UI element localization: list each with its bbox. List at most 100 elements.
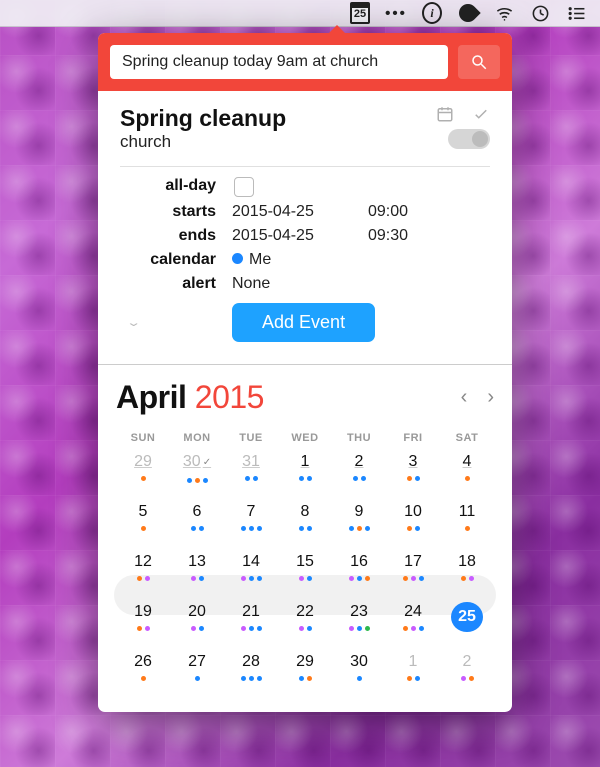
menubar-info-icon[interactable]: i bbox=[422, 3, 442, 23]
day-number: 6 bbox=[193, 502, 202, 522]
calendar-day[interactable]: 1 bbox=[278, 452, 332, 492]
calendar-day[interactable]: 25 bbox=[440, 602, 494, 642]
calendar-day[interactable]: 31 bbox=[224, 452, 278, 492]
calendar-day[interactable]: 17 bbox=[386, 552, 440, 592]
calendar-day[interactable]: 18 bbox=[440, 552, 494, 592]
calendar-dropdown-panel: Spring cleanup church all-day starts 2 bbox=[98, 33, 512, 712]
calendar-day[interactable]: 10 bbox=[386, 502, 440, 542]
wifi-icon[interactable] bbox=[494, 3, 514, 23]
calendar-day[interactable]: 7 bbox=[224, 502, 278, 542]
calendar-day[interactable]: 16 bbox=[332, 552, 386, 592]
event-dots bbox=[461, 574, 474, 582]
event-form: Spring cleanup church all-day starts 2 bbox=[98, 91, 512, 364]
day-number: 16 bbox=[350, 552, 368, 572]
calendar-day[interactable]: 1 bbox=[386, 652, 440, 692]
event-dots bbox=[357, 674, 362, 682]
day-number: 9 bbox=[355, 502, 364, 522]
event-dots bbox=[465, 524, 470, 532]
next-month-button[interactable]: › bbox=[487, 386, 494, 409]
calendar-day[interactable]: 27 bbox=[170, 652, 224, 692]
label-allday: all-day bbox=[120, 177, 216, 197]
menubar: 25 ••• i bbox=[0, 0, 600, 27]
expand-chevron-icon[interactable]: ⌄ bbox=[126, 316, 141, 329]
menubar-calendar-icon[interactable]: 25 bbox=[350, 3, 370, 23]
event-dots bbox=[141, 474, 146, 482]
allday-checkbox[interactable] bbox=[234, 177, 254, 197]
event-dots bbox=[353, 474, 366, 482]
search-icon bbox=[470, 53, 488, 71]
menubar-date: 25 bbox=[354, 8, 366, 20]
day-number: 17 bbox=[404, 552, 422, 572]
calendar-field[interactable]: Me bbox=[232, 251, 352, 269]
weekday-label: SAT bbox=[440, 432, 494, 444]
calendar-day[interactable]: 5 bbox=[116, 502, 170, 542]
end-date-field[interactable]: 2015-04-25 bbox=[232, 227, 352, 245]
calendar-day[interactable]: 22 bbox=[278, 602, 332, 642]
calendar-day[interactable]: 19 bbox=[116, 602, 170, 642]
clock-icon[interactable] bbox=[530, 3, 550, 23]
calendar-day[interactable]: 23 bbox=[332, 602, 386, 642]
menubar-more-icon[interactable]: ••• bbox=[386, 3, 406, 23]
month-year-label: April 2015 bbox=[116, 379, 264, 416]
day-number: 29 bbox=[296, 652, 314, 672]
day-number: 31 bbox=[242, 452, 260, 472]
day-number: 23 bbox=[350, 602, 368, 622]
calendar-day[interactable]: 29 bbox=[116, 452, 170, 492]
day-number: 18 bbox=[458, 552, 476, 572]
prev-month-button[interactable]: ‹ bbox=[461, 386, 468, 409]
event-dots bbox=[141, 674, 146, 682]
calendar-day[interactable]: 2 bbox=[440, 652, 494, 692]
day-number: 15 bbox=[296, 552, 314, 572]
calendar-day[interactable]: 26 bbox=[116, 652, 170, 692]
calendar-day[interactable]: 28 bbox=[224, 652, 278, 692]
end-time-field[interactable]: 09:30 bbox=[368, 227, 448, 245]
mode-toggle[interactable] bbox=[448, 129, 490, 149]
calendar-day[interactable]: 4 bbox=[440, 452, 494, 492]
quick-event-input[interactable] bbox=[120, 52, 438, 72]
event-dots bbox=[191, 624, 204, 632]
start-date-field[interactable]: 2015-04-25 bbox=[232, 203, 352, 221]
event-dots bbox=[465, 474, 470, 482]
calendar-day[interactable]: 9 bbox=[332, 502, 386, 542]
day-number: 1 bbox=[409, 652, 418, 672]
event-dots bbox=[407, 674, 420, 682]
calendar-day[interactable]: 6 bbox=[170, 502, 224, 542]
calendar-day[interactable]: 30 bbox=[332, 652, 386, 692]
event-dots bbox=[241, 524, 262, 532]
alert-field[interactable]: None bbox=[232, 275, 352, 293]
calendar-day[interactable]: 14 bbox=[224, 552, 278, 592]
search-button[interactable] bbox=[458, 45, 500, 79]
calendar-mode-icon[interactable] bbox=[436, 105, 454, 123]
calendar-day[interactable]: 24 bbox=[386, 602, 440, 642]
calendar-day[interactable]: 30✓ bbox=[170, 452, 224, 492]
day-number: 10 bbox=[404, 502, 422, 522]
calendar-day[interactable]: 21 bbox=[224, 602, 278, 642]
day-number: 30✓ bbox=[183, 452, 211, 474]
calendar-day[interactable]: 8 bbox=[278, 502, 332, 542]
calendar-day[interactable]: 2 bbox=[332, 452, 386, 492]
calendar-day[interactable]: 12 bbox=[116, 552, 170, 592]
start-time-field[interactable]: 09:00 bbox=[368, 203, 448, 221]
day-number: 2 bbox=[463, 652, 472, 672]
quick-event-input-wrap[interactable] bbox=[110, 45, 448, 79]
menubar-leaf-icon[interactable] bbox=[458, 3, 478, 23]
list-icon[interactable] bbox=[566, 3, 586, 23]
reminder-mode-icon[interactable] bbox=[472, 105, 490, 123]
calendar-day[interactable]: 20 bbox=[170, 602, 224, 642]
label-ends: ends bbox=[120, 227, 216, 245]
day-number: 28 bbox=[242, 652, 260, 672]
event-dots bbox=[241, 574, 262, 582]
calendar-day[interactable]: 15 bbox=[278, 552, 332, 592]
calendar-day[interactable]: 3 bbox=[386, 452, 440, 492]
weekday-label: THU bbox=[332, 432, 386, 444]
event-location[interactable]: church bbox=[120, 132, 286, 152]
day-number: 5 bbox=[139, 502, 148, 522]
calendar-day[interactable]: 11 bbox=[440, 502, 494, 542]
event-dots bbox=[137, 624, 150, 632]
add-event-button[interactable]: Add Event bbox=[232, 303, 375, 342]
day-number: 4 bbox=[463, 452, 472, 472]
calendar-day[interactable]: 13 bbox=[170, 552, 224, 592]
day-number: 7 bbox=[247, 502, 256, 522]
calendar-day[interactable]: 29 bbox=[278, 652, 332, 692]
event-title[interactable]: Spring cleanup bbox=[120, 105, 286, 132]
